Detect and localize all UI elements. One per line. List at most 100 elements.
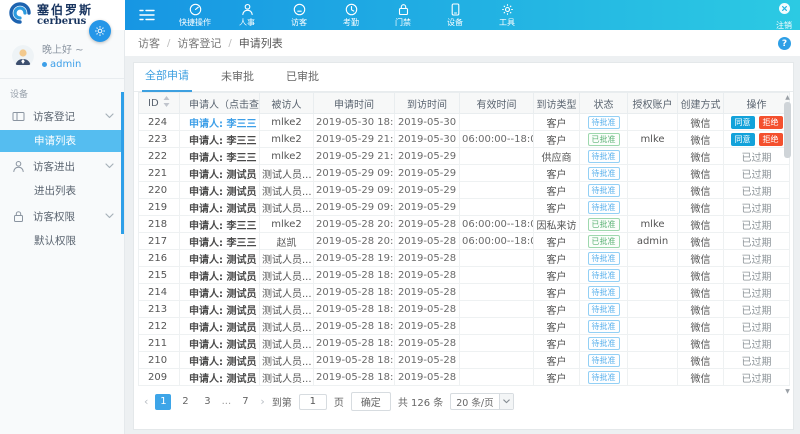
table-scrollbar[interactable]: ▲ ▼ bbox=[783, 94, 792, 395]
page-jump-input[interactable] bbox=[299, 394, 327, 410]
applicant-link[interactable]: 申请人: 李三三 bbox=[189, 136, 256, 147]
avatar[interactable] bbox=[12, 45, 34, 67]
brand-swirl-icon bbox=[8, 1, 32, 29]
nav-item-visitors[interactable]: 访客 bbox=[277, 3, 321, 28]
next-page-button[interactable]: › bbox=[260, 395, 264, 408]
cell-applicant: 申请人: 测试员 bbox=[180, 165, 260, 182]
cell-visit-type: 客户 bbox=[534, 267, 580, 284]
applicant-link[interactable]: 申请人: 测试员 bbox=[189, 187, 256, 198]
cell-valid-time bbox=[460, 114, 534, 131]
approve-button[interactable]: 同意 bbox=[731, 116, 755, 129]
cell-visit-type: 客户 bbox=[534, 301, 580, 318]
expired-label: 已过期 bbox=[742, 272, 772, 283]
user-greeting[interactable]: 晚上好 ~ bbox=[42, 41, 84, 56]
applicant-link[interactable]: 申请人: 测试员 bbox=[189, 323, 256, 334]
expired-label: 已过期 bbox=[742, 238, 772, 249]
expired-label: 已过期 bbox=[742, 153, 772, 164]
cell-visit-time: 2019-05-28 bbox=[395, 369, 460, 386]
applicant-link[interactable]: 申请人: 测试员 bbox=[189, 289, 256, 300]
applicant-link[interactable]: 申请人: 测试员 bbox=[189, 357, 256, 368]
page-size-select[interactable]: 20 条/页 bbox=[450, 393, 513, 410]
reject-button[interactable]: 拒绝 bbox=[759, 116, 783, 129]
page-button-2[interactable]: 2 bbox=[177, 394, 193, 410]
chevron-down-icon bbox=[105, 113, 114, 119]
sidebar-item-application-list[interactable]: 申请列表 bbox=[0, 130, 124, 152]
applicant-link[interactable]: 申请人: 测试员 bbox=[189, 340, 256, 351]
status-badge: 待批准 bbox=[588, 371, 620, 384]
cell-visit-time: 2019-05-28 bbox=[395, 233, 460, 250]
cell-id: 209 bbox=[139, 369, 180, 386]
cell-id: 215 bbox=[139, 267, 180, 284]
nav-item-quick-actions[interactable]: 快捷操作 bbox=[173, 3, 217, 28]
cell-visited: mlke2 bbox=[260, 131, 314, 148]
cell-auth-account bbox=[628, 148, 678, 165]
reject-button[interactable]: 拒绝 bbox=[759, 133, 783, 146]
cell-visit-type: 客户 bbox=[534, 199, 580, 216]
menu-toggle-icon[interactable] bbox=[139, 9, 155, 21]
scroll-down-icon[interactable]: ▼ bbox=[785, 388, 790, 395]
applicant-link[interactable]: 申请人: 测试员 bbox=[189, 306, 256, 317]
cell-actions: 已过期 bbox=[724, 335, 790, 352]
confirm-button[interactable]: 确定 bbox=[351, 392, 391, 411]
sidebar-scrollbar[interactable] bbox=[121, 92, 124, 234]
status-badge: 已批准 bbox=[588, 133, 620, 146]
sidebar-item-default-permission[interactable]: 默认权限 bbox=[0, 230, 124, 252]
settings-fab-button[interactable] bbox=[89, 20, 111, 42]
tab-2[interactable]: 已审批 bbox=[283, 68, 322, 91]
applicant-link[interactable]: 申请人: 测试员 bbox=[189, 255, 256, 266]
nav-item-tools[interactable]: 工具 bbox=[485, 3, 529, 28]
cell-actions: 已过期 bbox=[724, 182, 790, 199]
cell-visited: 赵凯 bbox=[260, 233, 314, 250]
sidebar-group-visitor-permission[interactable]: 访客权限 bbox=[0, 203, 124, 229]
page-button-1[interactable]: 1 bbox=[155, 394, 171, 410]
applicant-link[interactable]: 申请人: 李三三 bbox=[189, 153, 256, 164]
cell-visited: 测试人员... bbox=[260, 318, 314, 335]
sidebar-group-visitor-inout[interactable]: 访客进出 bbox=[0, 153, 124, 179]
applicant-link[interactable]: 申请人: 李三三 bbox=[189, 221, 256, 232]
cell-visit-type: 客户 bbox=[534, 182, 580, 199]
nav-item-hr[interactable]: 人事 bbox=[225, 3, 269, 28]
page-button-3[interactable]: 3 bbox=[199, 394, 215, 410]
status-badge: 待批准 bbox=[588, 116, 620, 129]
logout-button[interactable]: 注销 bbox=[776, 0, 792, 31]
expired-label: 已过期 bbox=[742, 289, 772, 300]
tab-0[interactable]: 全部申请 bbox=[142, 67, 192, 92]
column-header: 创建方式 bbox=[678, 93, 724, 114]
scrollbar-thumb[interactable] bbox=[784, 102, 791, 158]
tab-1[interactable]: 未审批 bbox=[218, 68, 257, 91]
scroll-up-icon[interactable]: ▲ bbox=[785, 94, 790, 101]
column-header: 授权账户 bbox=[628, 93, 678, 114]
cell-visit-type: 因私来访 bbox=[534, 216, 580, 233]
breadcrumb-item[interactable]: 访客登记 bbox=[177, 35, 221, 51]
nav-item-attendance[interactable]: 考勤 bbox=[329, 3, 373, 28]
lock-gray-icon bbox=[12, 210, 25, 223]
applicant-link[interactable]: 申请人: 测试员 bbox=[189, 204, 256, 215]
applicant-link[interactable]: 申请人: 李三三 bbox=[189, 238, 256, 249]
prev-page-button[interactable]: ‹ bbox=[144, 395, 148, 408]
approve-button[interactable]: 同意 bbox=[731, 133, 755, 146]
breadcrumb-item[interactable]: 访客 bbox=[138, 35, 160, 51]
cell-status: 待批准 bbox=[580, 352, 628, 369]
nav-item-access[interactable]: 门禁 bbox=[381, 3, 425, 28]
sidebar-group-visitor-registration[interactable]: 访客登记 bbox=[0, 103, 124, 129]
cell-id: 219 bbox=[139, 199, 180, 216]
jump-prefix-label: 到第 bbox=[272, 394, 292, 409]
cell-create-method: 微信 bbox=[678, 301, 724, 318]
nav-item-devices[interactable]: 设备 bbox=[433, 3, 477, 28]
clock-icon bbox=[345, 3, 358, 16]
cell-visited: 测试人员... bbox=[260, 199, 314, 216]
applicant-link[interactable]: 申请人: 测试员 bbox=[189, 170, 256, 181]
sidebar-item-inout-list[interactable]: 进出列表 bbox=[0, 180, 124, 202]
cell-visited: 测试人员... bbox=[260, 301, 314, 318]
page-button-7[interactable]: 7 bbox=[237, 394, 253, 410]
expired-label: 已过期 bbox=[742, 255, 772, 266]
applicant-link[interactable]: 申请人: 测试员 bbox=[189, 374, 256, 385]
jump-suffix-label: 页 bbox=[334, 394, 344, 409]
cell-status: 已批准 bbox=[580, 216, 628, 233]
column-header: 操作 bbox=[724, 93, 790, 114]
applicant-link[interactable]: 申请人: 李三三 bbox=[189, 119, 256, 130]
cell-create-method: 微信 bbox=[678, 318, 724, 335]
cell-actions: 已过期 bbox=[724, 284, 790, 301]
applicant-link[interactable]: 申请人: 测试员 bbox=[189, 272, 256, 283]
help-icon[interactable]: ? bbox=[778, 37, 791, 50]
